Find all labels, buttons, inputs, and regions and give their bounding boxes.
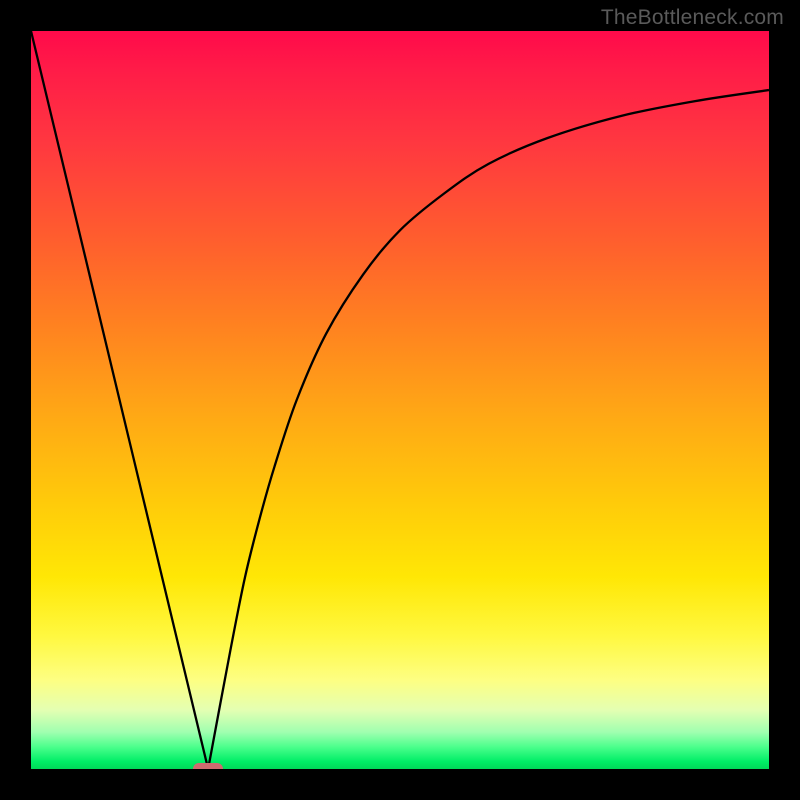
chart-area [31,31,769,769]
optimum-marker [193,763,223,769]
bottleneck-curve [31,31,769,769]
curve-svg [31,31,769,769]
watermark-text: TheBottleneck.com [601,6,784,30]
